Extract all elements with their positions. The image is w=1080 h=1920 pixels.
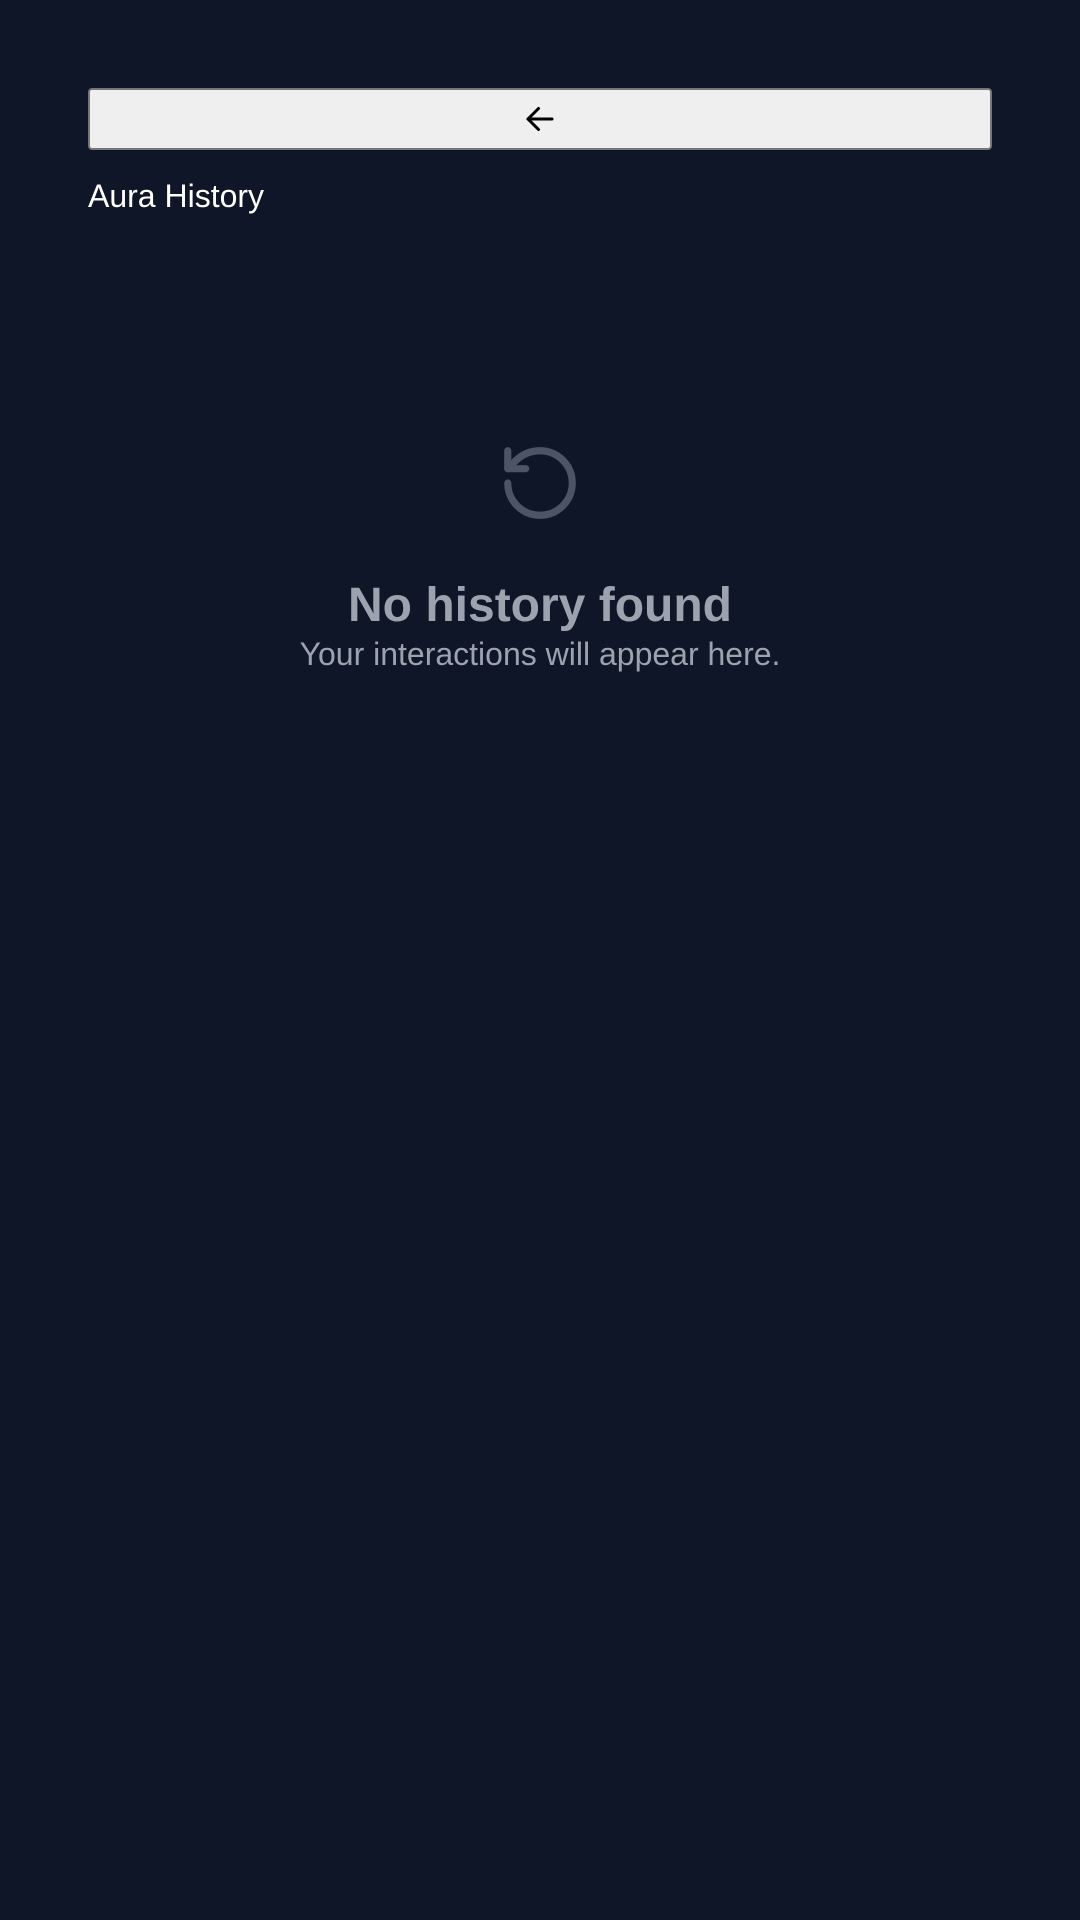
empty-state-subtitle: Your interactions will appear here. bbox=[299, 636, 781, 672]
empty-state: No history found Your interactions will … bbox=[0, 440, 1080, 674]
history-screen: Aura History No history found Your inter… bbox=[0, 0, 1080, 1920]
empty-state-title: No history found bbox=[348, 579, 732, 632]
page-title: Aura History bbox=[88, 178, 265, 214]
history-icon bbox=[504, 447, 576, 519]
back-button[interactable] bbox=[88, 88, 992, 150]
arrow-left-icon bbox=[526, 107, 554, 131]
